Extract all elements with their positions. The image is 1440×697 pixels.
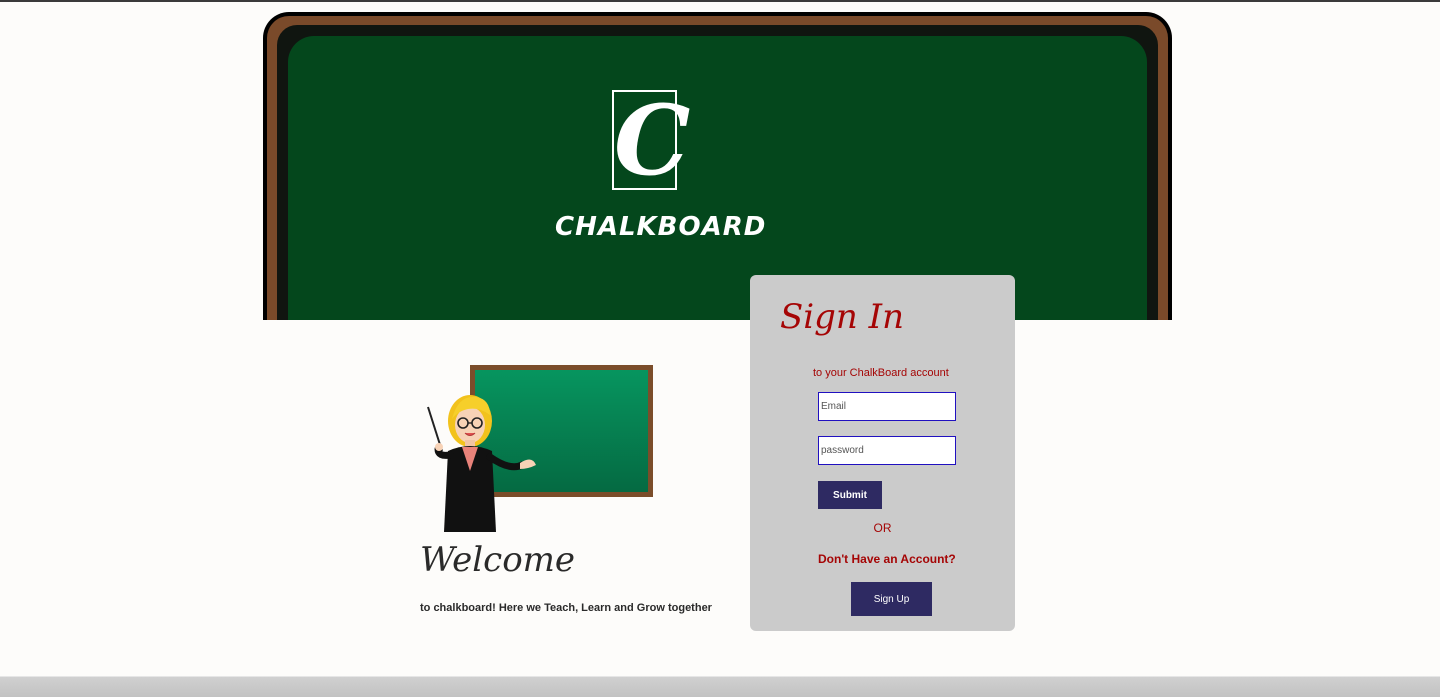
no-account-text: Don't Have an Account?	[818, 552, 956, 566]
signin-title: Sign In	[780, 297, 904, 337]
welcome-subtitle: to chalkboard! Here we Teach, Learn and …	[420, 602, 712, 614]
welcome-title: Welcome	[420, 540, 576, 580]
sign-up-button[interactable]: Sign Up	[851, 582, 932, 616]
chalkboard-surface	[288, 36, 1147, 320]
bottom-scroll-bar	[0, 676, 1440, 697]
signin-subtitle: to your ChalkBoard account	[813, 367, 949, 379]
or-divider: OR	[873, 521, 892, 535]
brand-name: CHALKBOARD	[555, 212, 767, 242]
logo-letter: C	[614, 84, 691, 197]
top-border	[0, 0, 1440, 2]
signin-card: Sign In to your ChalkBoard account Submi…	[750, 275, 1015, 631]
submit-button[interactable]: Submit	[818, 481, 882, 509]
password-field[interactable]	[818, 436, 956, 465]
brand-logo: C	[612, 86, 690, 196]
teacher-illustration	[427, 395, 536, 532]
email-field[interactable]	[818, 392, 956, 421]
hero-chalkboard	[263, 12, 1172, 320]
